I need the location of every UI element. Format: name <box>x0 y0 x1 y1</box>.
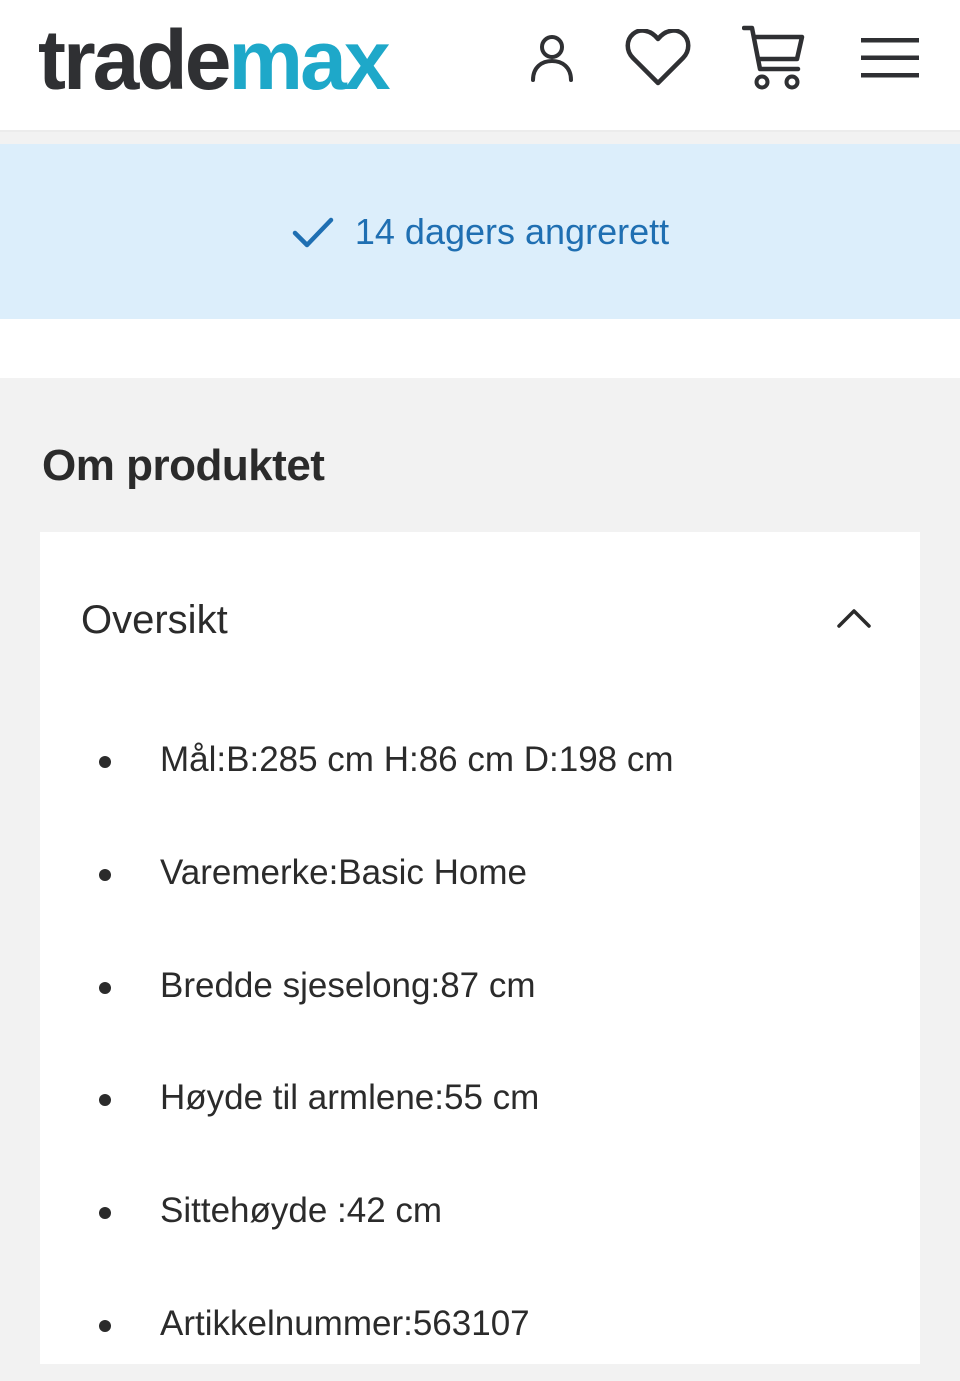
cart-icon <box>742 25 805 90</box>
heart-icon <box>625 29 691 86</box>
list-item: Sittehøyde :42 cm <box>40 1155 920 1268</box>
spec-label: Bredde sjeselong:87 cm <box>160 965 536 1005</box>
bullet-icon <box>99 756 111 768</box>
spec-label: Mål:B:285 cm H:86 cm D:198 cm <box>160 740 674 779</box>
cart-button[interactable] <box>738 22 810 94</box>
product-info-card: Oversikt Mål:B:285 cm H:86 cm D:198 cm V… <box>40 532 920 1364</box>
accordion-header-overview[interactable]: Oversikt <box>40 532 920 712</box>
site-header: trademax <box>0 0 960 132</box>
bullet-icon <box>99 1094 111 1107</box>
trademax-logo[interactable]: trademax <box>38 12 391 108</box>
spec-label: Artikkelnummer:563107 <box>160 1303 530 1343</box>
bullet-icon <box>99 1207 111 1220</box>
spacer <box>0 319 960 378</box>
list-item: Mål:B:285 cm H:86 cm D:198 cm <box>40 704 920 817</box>
spec-list: Mål:B:285 cm H:86 cm D:198 cm Varemerke:… <box>40 704 920 1381</box>
accordion-title: Oversikt <box>81 598 228 642</box>
spec-label: Sittehøyde :42 cm <box>160 1191 443 1231</box>
spec-label: Varemerke:Basic Home <box>160 852 527 892</box>
logo-text-trade: trade <box>38 13 231 107</box>
list-item: Høyde til armlene:55 cm <box>40 1042 920 1155</box>
favorites-button[interactable] <box>622 22 694 94</box>
return-policy-banner: 14 dagers angrerett <box>0 144 960 319</box>
account-button[interactable] <box>516 22 588 94</box>
spec-label: Høyde til armlene:55 cm <box>160 1078 540 1118</box>
hamburger-menu-icon <box>861 38 919 78</box>
list-item: Varemerke:Basic Home <box>40 817 920 930</box>
list-item: Bredde sjeselong:87 cm <box>40 930 920 1043</box>
menu-button[interactable] <box>854 22 926 94</box>
bullet-icon <box>99 868 111 881</box>
bullet-icon <box>99 1319 111 1332</box>
checkmark-icon <box>292 217 334 247</box>
return-policy-text: 14 dagers angrerett <box>354 210 670 252</box>
page-section-title: Om produktet <box>42 441 325 490</box>
logo-text-max: max <box>228 13 390 107</box>
account-icon <box>531 35 573 82</box>
chevron-up-icon[interactable] <box>834 598 874 638</box>
bullet-icon <box>99 981 111 994</box>
